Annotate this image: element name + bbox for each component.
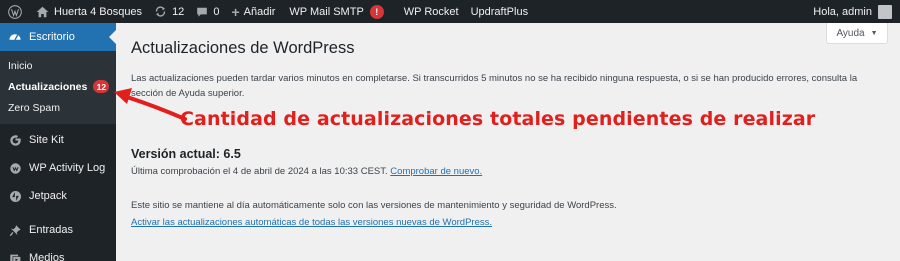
wordpress-logo-icon <box>8 4 22 19</box>
menu-media[interactable]: Medios <box>0 244 116 261</box>
intro-text: Las actualizaciones pueden tardar varios… <box>131 73 858 99</box>
updraftplus-link[interactable]: UpdraftPlus <box>465 0 534 23</box>
menu-dashboard-label: Escritorio <box>29 31 75 43</box>
triangle-down-icon: ▼ <box>870 29 878 37</box>
help-label: Ayuda <box>836 27 865 39</box>
submenu-updates[interactable]: Actualizaciones 12 <box>0 76 116 97</box>
updates-count-badge: 12 <box>93 80 110 93</box>
main-content: Ayuda ▼ Actualizaciones de WordPress Las… <box>116 23 900 261</box>
last-check-text: Última comprobación el 4 de abril de 202… <box>131 166 482 177</box>
updates-count: 12 <box>172 5 185 18</box>
admin-sidebar: Escritorio Inicio Actualizaciones 12 Zer… <box>0 23 116 261</box>
menu-jetpack[interactable]: Jetpack <box>0 182 116 210</box>
menu-site-kit-label: Site Kit <box>29 134 64 146</box>
admin-bar: Huerta 4 Bosques 12 0 + Añadir WP Mail S… <box>0 0 900 23</box>
submenu-home[interactable]: Inicio <box>0 55 116 76</box>
submenu-zero-spam-label: Zero Spam <box>8 101 60 114</box>
jetpack-icon <box>8 189 22 203</box>
last-check-label: Última comprobación el 4 de abril de 202… <box>131 166 388 177</box>
home-icon <box>36 6 49 18</box>
enable-auto-updates-link[interactable]: Activar las actualizaciones automáticas … <box>131 217 492 228</box>
auto-updates-text: Este sitio se mantiene al día automática… <box>131 200 617 211</box>
check-again-link[interactable]: Comprobar de nuevo. <box>390 166 482 177</box>
submenu-zero-spam[interactable]: Zero Spam <box>0 97 116 118</box>
menu-jetpack-label: Jetpack <box>29 190 67 202</box>
comments-count: 0 <box>213 5 220 18</box>
page-title: Actualizaciones de WordPress <box>131 39 355 57</box>
menu-posts-label: Entradas <box>29 224 74 236</box>
avatar <box>878 4 892 19</box>
help-tab-button[interactable]: Ayuda ▼ <box>826 23 888 44</box>
account-menu[interactable]: Hola, admin <box>807 0 900 23</box>
menu-activity-log-label: WP Activity Log <box>29 162 106 174</box>
menu-posts[interactable]: Entradas <box>0 216 116 244</box>
activity-log-icon <box>8 161 22 175</box>
menu-site-kit[interactable]: Site Kit <box>0 126 116 154</box>
greeting: Hola, admin <box>813 5 872 18</box>
submenu-updates-label: Actualizaciones <box>8 80 88 93</box>
wp-rocket-link[interactable]: WP Rocket <box>390 0 465 23</box>
updraft-label: UpdraftPlus <box>470 5 529 18</box>
new-label: Añadir <box>243 5 276 18</box>
dashboard-icon <box>8 30 22 44</box>
plus-icon: + <box>231 3 240 20</box>
wp-mail-smtp-link[interactable]: WP Mail SMTP ! <box>281 0 389 23</box>
smtp-label: WP Mail SMTP <box>289 5 364 18</box>
wordpress-logo-button[interactable] <box>0 0 30 23</box>
pin-icon <box>8 223 22 237</box>
auto-updates-paragraph: Activar las actualizaciones automáticas … <box>131 217 492 228</box>
site-kit-icon <box>8 133 22 147</box>
current-menu-notch <box>109 30 116 44</box>
dashboard-submenu: Inicio Actualizaciones 12 Zero Spam <box>0 51 116 124</box>
new-content-link[interactable]: + Añadir <box>225 0 281 23</box>
menu-dashboard[interactable]: Escritorio <box>0 23 116 51</box>
annotation-text: Cantidad de actualizaciones totales pend… <box>180 108 816 130</box>
menu-activity-log[interactable]: WP Activity Log <box>0 154 116 182</box>
annotation-arrow <box>114 88 187 121</box>
updates-link[interactable]: 12 <box>148 0 190 23</box>
submenu-home-label: Inicio <box>8 59 33 72</box>
media-icon <box>8 251 22 261</box>
current-version: Versión actual: 6.5 <box>131 147 241 161</box>
menu-media-label: Medios <box>29 252 65 261</box>
site-name-link[interactable]: Huerta 4 Bosques <box>30 0 148 23</box>
comment-icon <box>196 6 208 18</box>
refresh-icon <box>154 5 167 18</box>
smtp-alert-badge: ! <box>369 4 384 19</box>
comments-link[interactable]: 0 <box>190 0 225 23</box>
rocket-label: WP Rocket <box>403 5 459 18</box>
site-name: Huerta 4 Bosques <box>54 5 143 18</box>
